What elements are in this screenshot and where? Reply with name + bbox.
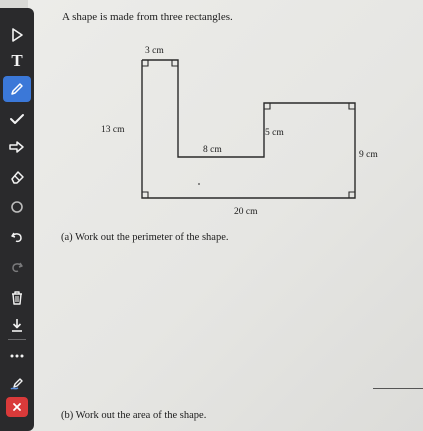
check-tool[interactable] [3,106,31,132]
label-right-height: 9 cm [359,150,378,160]
label-left-height: 13 cm [101,125,125,135]
right-angle-markers [142,60,355,198]
redo-icon [12,262,23,273]
download-tool[interactable] [3,312,31,338]
arrow-pointer-icon [12,28,23,42]
color-tool[interactable] [3,370,31,396]
eraser-icon [11,171,24,184]
delete-tool[interactable] [3,285,31,311]
worksheet-page: A shape is made from three rectangles. 3… [28,0,423,431]
close-icon [13,403,21,411]
label-bottom-width: 20 cm [234,207,258,217]
arrow-right-icon [9,141,24,153]
text-icon: T [11,51,23,70]
trash-icon [12,291,22,305]
shape-tool[interactable] [3,194,31,220]
pencil-icon [11,83,23,95]
toolbar-divider [8,339,26,340]
label-step-height: 5 cm [265,128,284,138]
eraser-tool[interactable] [3,164,31,190]
annotation-toolbar: T [0,8,34,431]
redo-tool[interactable] [3,254,31,280]
shape-diagram: 3 cm 13 cm 8 cm 5 cm 9 cm 20 cm [101,46,378,217]
select-tool[interactable] [3,22,31,48]
text-tool[interactable]: T [3,48,31,74]
part-b-prompt: (b) Work out the area of the shape. [61,410,207,421]
download-icon [12,319,22,332]
label-top-width: 3 cm [145,46,164,56]
part-a-prompt: (a) Work out the perimeter of the shape. [61,232,229,243]
more-tool[interactable] [3,343,31,369]
more-dots-icon [10,354,24,358]
answer-line [373,388,423,389]
check-icon [10,114,24,124]
circle-icon [11,201,23,213]
stray-dot [198,183,200,185]
undo-tool[interactable] [3,224,31,250]
undo-icon [11,232,22,243]
shape-outline [141,59,356,199]
close-tool[interactable] [6,397,28,417]
pen-color-icon [10,378,23,390]
arrow-tool[interactable] [3,134,31,160]
label-inner-width: 8 cm [203,145,222,155]
pen-tool[interactable] [3,76,31,102]
